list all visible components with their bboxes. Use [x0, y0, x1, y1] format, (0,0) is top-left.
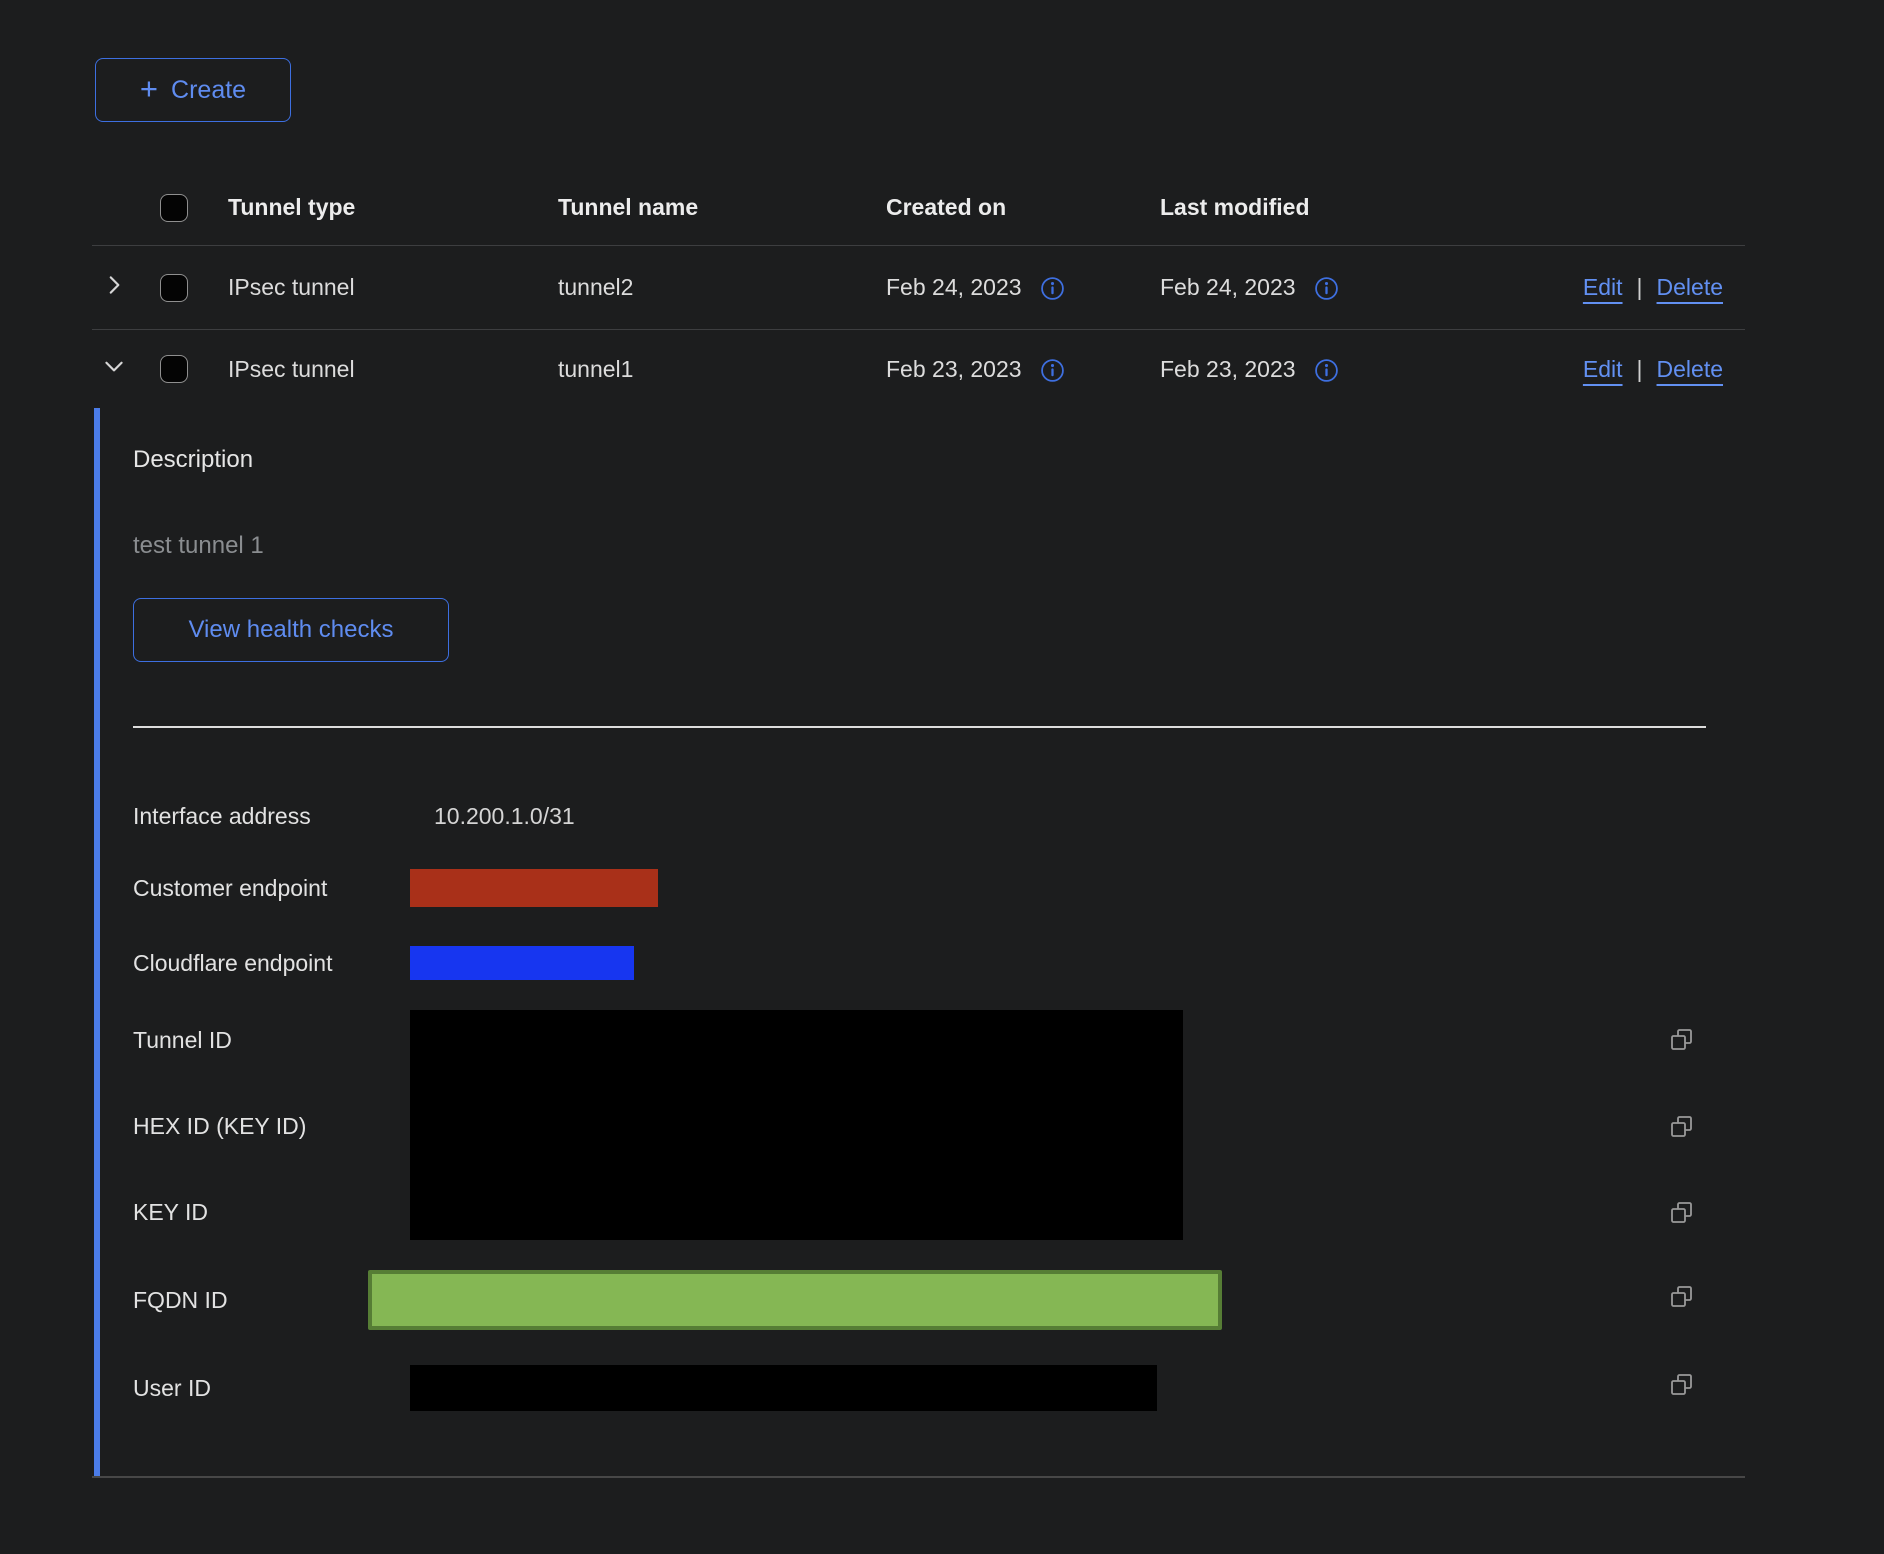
tunnel-id-label: Tunnel ID: [133, 1025, 232, 1055]
interface-address-value: 10.200.1.0/31: [434, 803, 575, 830]
table-header-row: Tunnel type Tunnel name Created on Last …: [92, 170, 1745, 246]
table-row: IPsec tunnel tunnel1 Feb 23, 2023 Feb 23…: [92, 330, 1745, 408]
created-on-cell: Feb 24, 2023: [886, 274, 1022, 301]
edit-link[interactable]: Edit: [1583, 356, 1623, 383]
tunnel-name-cell: tunnel1: [558, 356, 886, 383]
customer-endpoint-redaction: [410, 869, 658, 907]
description-label: Description: [133, 446, 253, 474]
create-button[interactable]: + Create: [95, 58, 291, 122]
key-id-label: KEY ID: [133, 1197, 208, 1227]
column-header-tunnel-name: Tunnel name: [558, 194, 886, 221]
expanded-accent-bar: [94, 408, 100, 1476]
fqdn-id-redaction: [368, 1270, 1222, 1330]
created-on-cell: Feb 23, 2023: [886, 356, 1022, 383]
copy-icon[interactable]: [1669, 1372, 1695, 1398]
column-header-created-on: Created on: [886, 194, 1160, 221]
user-id-redaction: [410, 1365, 1157, 1411]
section-divider: [133, 726, 1706, 728]
column-header-tunnel-type: Tunnel type: [228, 194, 558, 221]
description-value: test tunnel 1: [133, 532, 264, 560]
row-checkbox[interactable]: [160, 274, 188, 302]
customer-endpoint-label: Customer endpoint: [133, 875, 410, 902]
copy-icon[interactable]: [1669, 1200, 1695, 1226]
last-modified-cell: Feb 23, 2023: [1160, 356, 1296, 383]
table-row: IPsec tunnel tunnel2 Feb 24, 2023 Feb 24…: [92, 246, 1745, 330]
action-separator: |: [1637, 356, 1643, 383]
tunnel-name-cell: tunnel2: [558, 274, 886, 301]
tunnels-table: Tunnel type Tunnel name Created on Last …: [92, 170, 1745, 1478]
interface-address-label: Interface address: [133, 803, 434, 830]
info-icon[interactable]: [1314, 276, 1339, 301]
delete-link[interactable]: Delete: [1657, 356, 1723, 383]
last-modified-cell: Feb 24, 2023: [1160, 274, 1296, 301]
ids-redaction-block: [410, 1010, 1183, 1240]
column-header-last-modified: Last modified: [1160, 194, 1550, 221]
tunnel-type-cell: IPsec tunnel: [228, 356, 558, 383]
cloudflare-endpoint-label: Cloudflare endpoint: [133, 950, 410, 977]
expanded-tunnel-panel: Description test tunnel 1 View health ch…: [92, 408, 1745, 1478]
chevron-down-icon: [101, 353, 127, 385]
create-button-label: Create: [171, 76, 246, 105]
info-icon[interactable]: [1040, 358, 1065, 383]
expand-row-button[interactable]: [92, 272, 136, 304]
user-id-label: User ID: [133, 1375, 410, 1402]
info-icon[interactable]: [1314, 358, 1339, 383]
edit-link[interactable]: Edit: [1583, 274, 1623, 301]
copy-icon[interactable]: [1669, 1027, 1695, 1053]
row-checkbox[interactable]: [160, 355, 188, 383]
copy-icon[interactable]: [1669, 1284, 1695, 1310]
cloudflare-endpoint-redaction: [410, 946, 634, 980]
action-separator: |: [1637, 274, 1643, 301]
ipsec-tunnels-page: + Create Tunnel type Tunnel name Created…: [0, 0, 1884, 1554]
plus-icon: +: [140, 73, 158, 104]
select-all-checkbox[interactable]: [160, 194, 188, 222]
delete-link[interactable]: Delete: [1657, 274, 1723, 301]
collapse-row-button[interactable]: [92, 353, 136, 385]
view-health-checks-button[interactable]: View health checks: [133, 598, 449, 662]
chevron-right-icon: [101, 272, 127, 304]
fqdn-id-label: FQDN ID: [133, 1287, 368, 1314]
tunnel-type-cell: IPsec tunnel: [228, 274, 558, 301]
hex-id-label: HEX ID (KEY ID): [133, 1111, 306, 1141]
info-icon[interactable]: [1040, 276, 1065, 301]
copy-icon[interactable]: [1669, 1114, 1695, 1140]
